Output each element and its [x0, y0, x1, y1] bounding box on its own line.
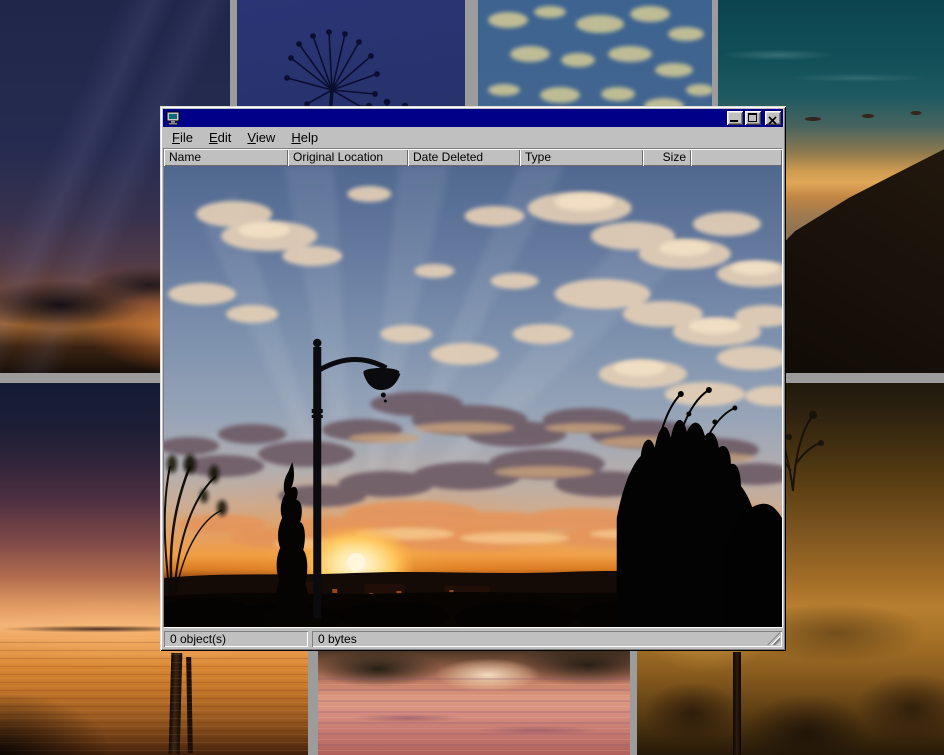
recycle-bin-window: File Edit View Help Name Original Locati…: [160, 106, 786, 651]
column-header-name[interactable]: Name: [164, 149, 288, 166]
water-pole-silhouette-thin: [186, 657, 193, 753]
file-list: Name Original Location Date Deleted Type…: [163, 148, 783, 628]
column-header-original-location[interactable]: Original Location: [288, 149, 408, 166]
menu-item-file[interactable]: File: [164, 128, 201, 147]
column-headers: Name Original Location Date Deleted Type…: [164, 149, 782, 166]
maximize-button[interactable]: [745, 111, 761, 125]
maximize-icon: [748, 113, 757, 122]
desktop: File Edit View Help Name Original Locati…: [0, 0, 944, 755]
sunset-photo: [164, 166, 782, 627]
column-header-filler: [691, 149, 782, 166]
minimize-button[interactable]: [727, 111, 743, 125]
water-pole-silhouette: [169, 653, 183, 754]
menu-item-help[interactable]: Help: [283, 128, 326, 147]
status-bar: 0 object(s) 0 bytes: [163, 628, 783, 648]
column-header-date-deleted[interactable]: Date Deleted: [408, 149, 520, 166]
menu-item-view[interactable]: View: [239, 128, 283, 147]
menu-item-edit[interactable]: Edit: [201, 128, 239, 147]
lamp-post-silhouette: [733, 652, 741, 755]
column-header-type[interactable]: Type: [520, 149, 643, 166]
column-header-size[interactable]: Size: [643, 149, 691, 166]
list-viewport[interactable]: [164, 166, 782, 627]
menubar: File Edit View Help: [163, 127, 783, 148]
titlebar[interactable]: [163, 109, 783, 127]
computer-icon: [165, 111, 181, 125]
minimize-icon: [730, 120, 738, 122]
status-byte-count: 0 bytes: [312, 631, 782, 647]
sun: [347, 553, 365, 571]
window-controls: [727, 111, 781, 125]
close-button[interactable]: [765, 111, 781, 125]
status-object-count: 0 object(s): [164, 631, 308, 647]
close-icon: [768, 113, 777, 128]
